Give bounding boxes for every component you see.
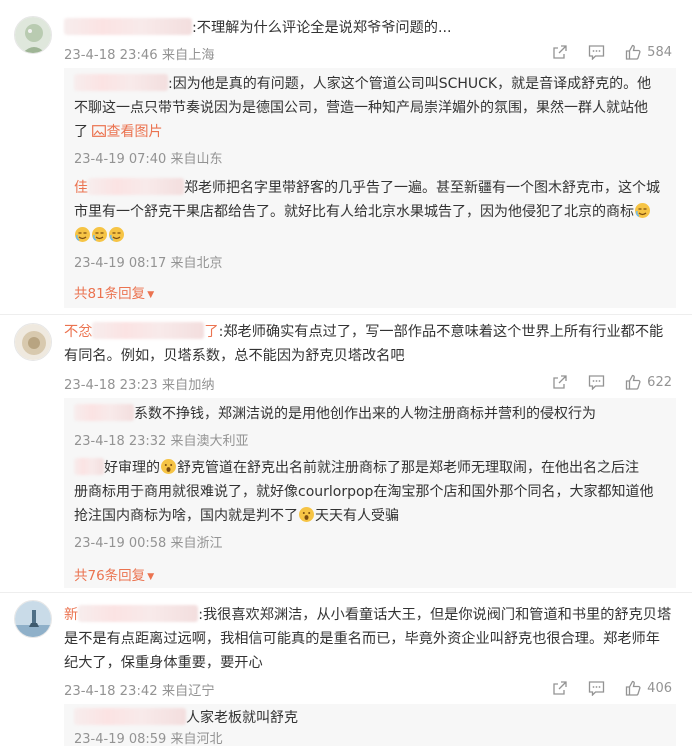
share-button[interactable] (552, 44, 568, 60)
reply-box: 系数不挣钱，郑渊洁说的是用他创作出来的人物注册商标并营利的侵权行为 23-4-1… (64, 398, 676, 588)
like-button[interactable]: 584 (625, 44, 672, 60)
comment-icon (589, 45, 605, 60)
reply-username-blurred[interactable] (74, 458, 104, 475)
comment-icon (589, 681, 605, 696)
emoji-icon (634, 202, 651, 219)
reply-box: :因为他是真的有问题，人家这个管道公司叫SCHUCK，就是音译成舒克的。他 不聊… (64, 68, 676, 308)
caret-down-icon: ▼ (147, 290, 155, 300)
reply-meta: 23-4-19 08:17 来自北京 (74, 256, 223, 271)
like-count: 622 (647, 374, 672, 390)
reply-username-blurred[interactable] (74, 708, 186, 725)
comment-actions: 622 (532, 374, 672, 390)
comment-button[interactable] (588, 374, 605, 390)
comment-time: 23-4-18 23:46 (64, 48, 158, 63)
comment-icon (589, 375, 605, 390)
emoji-icon (91, 226, 108, 243)
reply-meta: 23-4-19 07:40 来自山东 (74, 152, 223, 167)
more-replies-link[interactable]: 共76条回复 ▼ (74, 564, 154, 584)
username-blurred[interactable] (92, 322, 205, 339)
comment-location: 来自辽宁 (161, 684, 215, 699)
reply-text: 系数不挣钱，郑渊洁说的是用他创作出来的人物注册商标并营利的侵权行为 (74, 402, 670, 426)
share-icon (553, 681, 567, 695)
like-count: 584 (647, 44, 672, 60)
reply-box: 人家老板就叫舒克 23-4-19 08:59 来自河北 (64, 704, 676, 746)
like-count: 406 (647, 680, 672, 696)
like-icon (626, 44, 641, 60)
like-button[interactable]: 406 (625, 680, 672, 696)
username-suffix[interactable]: 了 (204, 324, 218, 340)
reply-username-blurred[interactable] (88, 178, 184, 195)
reply-text: 好审理的 舒克管道在舒克出名前就注册商标了那是郑老师无理取闹，在他出名之后注 册商… (74, 458, 654, 524)
reply-text: 人家老板就叫舒克 (74, 706, 670, 730)
view-image-link[interactable]: 查看图片 (92, 124, 162, 140)
reply-username-blurred[interactable] (74, 74, 168, 91)
share-icon (553, 45, 567, 59)
image-icon (92, 125, 107, 137)
comment-text: :不理解为什么评论全是说郑爷爷问题的... (64, 16, 676, 40)
reply-1: 系数不挣钱，郑渊洁说的是用他创作出来的人物注册商标并营利的侵权行为 23-4-1… (74, 402, 670, 449)
share-button[interactable] (552, 374, 568, 390)
divider (0, 592, 692, 593)
username-blurred[interactable] (78, 605, 199, 622)
reply-meta: 23-4-19 00:58 来自浙江 (74, 536, 223, 551)
comment-location: 来自加纳 (161, 378, 215, 393)
like-icon (626, 680, 641, 696)
reply-username-blurred[interactable] (74, 404, 134, 421)
username[interactable]: 不忿 (64, 324, 92, 340)
share-icon (553, 375, 567, 389)
comment-meta: 23-4-18 23:42 来自辽宁 (64, 680, 215, 699)
username-blurred[interactable] (64, 18, 192, 35)
emoji-icon (108, 226, 125, 243)
reply-1: 人家老板就叫舒克 23-4-19 08:59 来自河北 (74, 706, 670, 746)
more-replies-link[interactable]: 共81条回复 ▼ (74, 282, 154, 302)
reply-meta: 23-4-19 08:59 来自河北 (74, 732, 223, 746)
reply-2: 佳郑老师把名字里带舒客的几乎告了一遍。甚至新疆有一个图木舒克市，这个城 市里有一… (74, 176, 670, 271)
caret-down-icon: ▼ (147, 572, 155, 582)
comment-time: 23-4-18 23:23 (64, 378, 158, 393)
reply-text: 佳郑老师把名字里带舒客的几乎告了一遍。甚至新疆有一个图木舒克市，这个城 市里有一… (74, 176, 670, 248)
share-button[interactable] (552, 680, 568, 696)
comment-actions: 406 (532, 680, 672, 696)
emoji-icon (74, 226, 91, 243)
reply-2: 好审理的 舒克管道在舒克出名前就注册商标了那是郑老师无理取闹，在他出名之后注 册商… (74, 456, 670, 551)
comment-time: 23-4-18 23:42 (64, 684, 158, 699)
comment-text: 不忿 了:郑老师确实有点过了，写一部作品不意味着这个世界上所有行业都不能 有同名。… (64, 322, 664, 364)
comment-button[interactable] (588, 680, 605, 696)
comment-meta: 23-4-18 23:23 来自加纳 (64, 374, 215, 393)
like-button[interactable]: 622 (625, 374, 672, 390)
comment-location: 来自上海 (161, 48, 215, 63)
avatar[interactable] (14, 16, 52, 54)
like-icon (626, 374, 641, 390)
divider (0, 314, 692, 315)
emoji-icon (160, 458, 177, 475)
reply-meta: 23-4-18 23:32 来自澳大利亚 (74, 434, 249, 449)
comment-meta: 23-4-18 23:46 来自上海 (64, 44, 215, 63)
comment-text: 新:我很喜欢郑渊洁，从小看童话大王，但是你说阀门和管道和书里的舒克贝塔 是不是有… (64, 605, 672, 671)
emoji-icon (298, 506, 315, 523)
reply-1: :因为他是真的有问题，人家这个管道公司叫SCHUCK，就是音译成舒克的。他 不聊… (74, 72, 670, 167)
reply-username[interactable]: 佳 (74, 180, 88, 196)
comment-button[interactable] (588, 44, 605, 60)
comment-actions: 584 (532, 44, 672, 60)
avatar[interactable] (14, 600, 52, 638)
avatar[interactable] (14, 323, 52, 361)
reply-text: :因为他是真的有问题，人家这个管道公司叫SCHUCK，就是音译成舒克的。他 不聊… (74, 74, 652, 140)
username[interactable]: 新 (64, 607, 78, 623)
